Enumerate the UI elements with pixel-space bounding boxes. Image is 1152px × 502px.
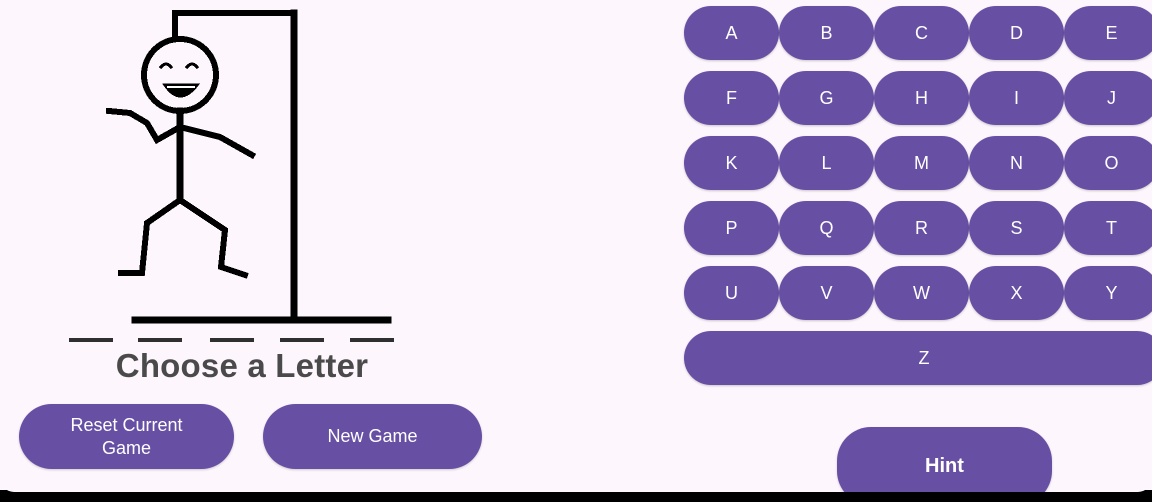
hint-button[interactable]: Hint xyxy=(837,427,1052,492)
letter-blank xyxy=(138,338,182,342)
letter-button-w[interactable]: W xyxy=(874,266,969,320)
letter-button-h[interactable]: H xyxy=(874,71,969,125)
letter-button-s[interactable]: S xyxy=(969,201,1064,255)
letter-blank xyxy=(69,338,113,342)
reset-button-label: Reset Current Game xyxy=(70,414,183,458)
letter-blank xyxy=(350,338,394,342)
letter-button-x[interactable]: X xyxy=(969,266,1064,320)
letter-button-v[interactable]: V xyxy=(779,266,874,320)
new-game-button-label: New Game xyxy=(327,426,418,446)
left-eye xyxy=(158,62,174,70)
letter-button-b[interactable]: B xyxy=(779,6,874,60)
letter-button-j[interactable]: J xyxy=(1064,71,1152,125)
letter-blank xyxy=(280,338,324,342)
letter-button-a[interactable]: A xyxy=(684,6,779,60)
left-leg xyxy=(118,195,185,276)
right-eye xyxy=(184,62,200,70)
letter-button-i[interactable]: I xyxy=(969,71,1064,125)
right-arm xyxy=(176,123,257,160)
letter-blank xyxy=(210,338,254,342)
letter-keyboard: ABCDE FGHIJ KLMNO PQRST UVWXYZ xyxy=(684,6,1152,386)
letter-button-z[interactable]: Z xyxy=(684,331,1152,385)
letter-button-l[interactable]: L xyxy=(779,136,874,190)
letter-button-q[interactable]: Q xyxy=(779,201,874,255)
letter-button-r[interactable]: R xyxy=(874,201,969,255)
letter-button-o[interactable]: O xyxy=(1064,136,1152,190)
letter-button-t[interactable]: T xyxy=(1064,201,1152,255)
hint-button-label: Hint xyxy=(925,455,964,477)
reset-current-game-button[interactable]: Reset Current Game xyxy=(19,404,234,469)
new-game-button[interactable]: New Game xyxy=(263,404,482,469)
letter-button-d[interactable]: D xyxy=(969,6,1064,60)
left-arm xyxy=(105,107,185,145)
letter-button-y[interactable]: Y xyxy=(1064,266,1152,320)
status-message: Choose a Letter xyxy=(115,347,369,384)
letter-button-p[interactable]: P xyxy=(684,201,779,255)
letter-button-c[interactable]: C xyxy=(874,6,969,60)
letter-button-g[interactable]: G xyxy=(779,71,874,125)
letter-button-e[interactable]: E xyxy=(1064,6,1152,60)
letter-button-n[interactable]: N xyxy=(969,136,1064,190)
letter-button-k[interactable]: K xyxy=(684,136,779,190)
right-leg xyxy=(175,195,249,279)
letter-button-m[interactable]: M xyxy=(874,136,969,190)
letter-button-u[interactable]: U xyxy=(684,266,779,320)
letter-button-f[interactable]: F xyxy=(684,71,779,125)
app-screen: Choose a Letter Reset Current Game New G… xyxy=(0,0,1152,492)
head xyxy=(141,36,219,114)
hangman-drawing xyxy=(95,5,405,330)
